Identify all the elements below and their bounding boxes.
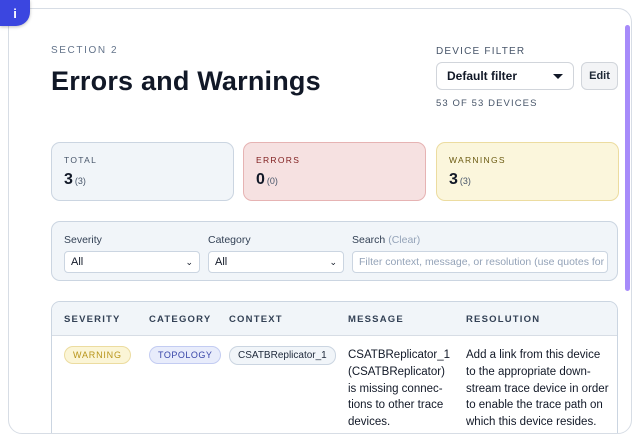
search-clear-link[interactable]: (Clear)	[388, 234, 420, 246]
stat-warnings-sub: (3)	[459, 176, 471, 186]
device-filter-value: Default filter	[447, 69, 518, 83]
stat-total-sub: (3)	[74, 176, 86, 186]
device-count: 53 OF 53 DEVICES	[436, 98, 538, 109]
stat-warnings-label: WARNINGS	[449, 155, 506, 165]
severity-select-value: All	[71, 256, 84, 268]
resolution-line: to enable the trace path on	[466, 399, 603, 412]
message-line: (CSATBReplicator)	[348, 365, 445, 378]
column-header-message[interactable]: MESSAGE	[348, 314, 404, 325]
resolution-line: which this device resides.	[466, 416, 597, 429]
message-line: devices.	[348, 416, 391, 429]
resolution-line: Add a link from this device	[466, 349, 601, 361]
stat-warnings-value: 3	[449, 171, 458, 188]
message-line: CSATBReplicator_1	[348, 349, 451, 361]
info-icon[interactable]: i	[0, 0, 30, 26]
chevron-down-icon: ⌄	[329, 256, 337, 267]
report-card: SECTION 2 Errors and Warnings DEVICE FIL…	[8, 8, 632, 434]
stat-errors-sub: (0)	[266, 176, 278, 186]
column-header-resolution[interactable]: RESOLUTION	[466, 314, 540, 325]
resolution-cell: Add a link from this device to the appro…	[466, 347, 616, 431]
edit-filter-button[interactable]: Edit	[581, 62, 618, 90]
resolution-line: to the appropriate down-	[466, 365, 591, 378]
category-select-value: All	[215, 256, 228, 268]
issues-table: SEVERITY CATEGORY CONTEXT MESSAGE RESOLU…	[51, 301, 618, 433]
page-title: Errors and Warnings	[51, 66, 321, 96]
table-header: SEVERITY CATEGORY CONTEXT MESSAGE RESOLU…	[52, 302, 617, 336]
stat-total-value: 3	[64, 171, 73, 188]
stat-errors-value: 0	[256, 171, 265, 188]
severity-badge: WARNING	[64, 346, 131, 364]
context-chip[interactable]: CSATBReplicator_1	[229, 346, 336, 365]
category-label: Category	[208, 234, 251, 246]
device-filter-select[interactable]: Default filter	[436, 62, 574, 90]
search-label-text: Search	[352, 234, 386, 246]
category-select[interactable]: All ⌄	[208, 251, 344, 273]
scrollbar-thumb[interactable]	[625, 25, 630, 291]
search-input[interactable]: Filter context, message, or resolution (…	[352, 251, 608, 273]
column-header-severity[interactable]: SEVERITY	[64, 314, 121, 325]
column-header-context[interactable]: CONTEXT	[229, 314, 283, 325]
severity-label: Severity	[64, 234, 102, 246]
stat-total-label: TOTAL	[64, 155, 98, 165]
caret-down-icon	[553, 73, 563, 79]
stat-errors-label: ERRORS	[256, 155, 301, 165]
device-filter-label: DEVICE FILTER	[436, 46, 526, 57]
resolution-line: stream trace device in order	[466, 382, 609, 395]
category-badge: TOPOLOGY	[149, 346, 222, 364]
stat-warnings-card: WARNINGS 3 (3)	[436, 142, 619, 201]
message-line: tions to other trace	[348, 399, 444, 412]
message-line: is missing connec-	[348, 382, 443, 395]
message-cell: CSATBReplicator_1 (CSATBReplicator) is m…	[348, 347, 458, 431]
section-label: SECTION 2	[51, 45, 119, 56]
filter-panel: Severity All ⌄ Category All ⌄ Search (Cl…	[51, 221, 618, 281]
stat-errors-card: ERRORS 0 (0)	[243, 142, 426, 201]
severity-select[interactable]: All ⌄	[64, 251, 200, 273]
column-header-category[interactable]: CATEGORY	[149, 314, 211, 325]
stat-total-card: TOTAL 3 (3)	[51, 142, 234, 201]
search-label: Search (Clear)	[352, 234, 420, 246]
chevron-down-icon: ⌄	[185, 256, 193, 267]
